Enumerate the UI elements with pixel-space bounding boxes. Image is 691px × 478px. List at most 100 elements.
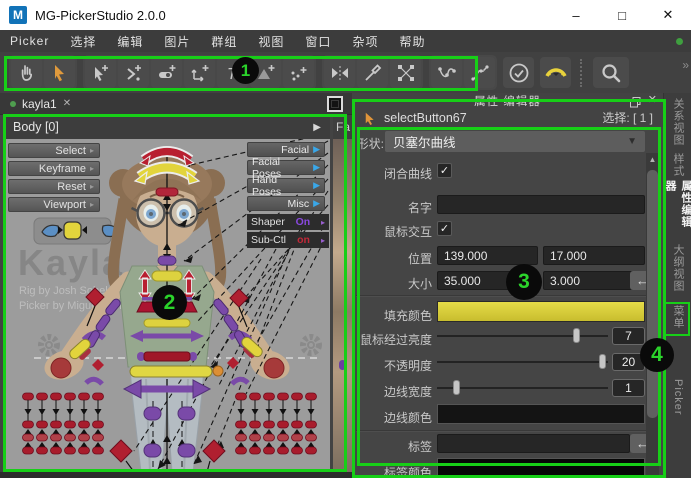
- gear-icon[interactable]: [41, 337, 57, 353]
- add-shape-button[interactable]: [250, 57, 281, 88]
- slider-handle[interactable]: [599, 354, 606, 369]
- position-label: 位置: [352, 250, 432, 267]
- search-button[interactable]: [593, 57, 629, 88]
- name-label: 名字: [352, 199, 432, 216]
- scroll-up-arrow-icon[interactable]: ▲: [646, 153, 659, 166]
- app-window: M MG-PickerStudio 2.0.0 – □ ✕ Picker 选择 …: [0, 0, 691, 478]
- add-text-button[interactable]: T: [217, 57, 248, 88]
- position-y-input[interactable]: [543, 246, 645, 265]
- menu-group[interactable]: 群组: [211, 33, 237, 50]
- opacity-slider[interactable]: [437, 354, 608, 369]
- hand-pick-button[interactable]: [11, 57, 42, 88]
- closed-curve-checkbox[interactable]: ✓: [437, 163, 452, 178]
- tag-label: 标签: [352, 438, 432, 455]
- play-arrow-icon: ▶: [313, 180, 320, 191]
- eye-control-widget[interactable]: [34, 218, 119, 244]
- side-tab-picker[interactable]: Picker: [664, 373, 691, 421]
- name-input[interactable]: [437, 195, 645, 214]
- attribute-form: 形状: 贝塞尔曲线 ▼ 闭合曲线 ✓ 名字 鼠标交互 ✓ 位置 大小 ←: [352, 127, 663, 478]
- subctl-toggle[interactable]: Sub-Ctlon▸: [247, 232, 329, 248]
- submenu-arrow-icon: ▸: [90, 146, 94, 155]
- position-x-input[interactable]: [437, 246, 538, 265]
- border-width-slider[interactable]: [437, 380, 608, 395]
- toolbar-overflow-chevron-icon[interactable]: »: [682, 58, 687, 72]
- form-scrollbar[interactable]: ▲: [646, 153, 659, 478]
- tab-close-icon[interactable]: ✕: [63, 98, 71, 109]
- face-panel-sliver[interactable]: Fa: [333, 115, 352, 472]
- maximize-button[interactable]: □: [599, 0, 645, 30]
- shape-dropdown[interactable]: 贝塞尔曲线 ▼: [385, 131, 645, 152]
- minimize-button[interactable]: –: [553, 0, 599, 30]
- tag-input[interactable]: [437, 434, 630, 453]
- toolbar-group-create: T: [83, 55, 316, 90]
- curve-button[interactable]: [431, 57, 462, 88]
- size-w-input[interactable]: [437, 271, 538, 290]
- add-slider-button[interactable]: [151, 57, 182, 88]
- side-tab-menu[interactable]: 菜单: [664, 302, 691, 332]
- scrollbar-thumb[interactable]: [647, 170, 658, 418]
- border-width-label: 边线宽度: [352, 383, 432, 400]
- add-select-button[interactable]: [85, 57, 116, 88]
- hover-brightness-slider[interactable]: [437, 328, 608, 343]
- fill-color-swatch[interactable]: [437, 301, 645, 322]
- misc-tab-button[interactable]: Misc▶: [247, 196, 325, 211]
- viewport-menu-button[interactable]: Viewport▸: [8, 197, 100, 212]
- reset-menu-button[interactable]: Reset▸: [8, 179, 100, 194]
- document-tab-bar: kayla1 ✕: [0, 93, 352, 115]
- body-group-header[interactable]: Body [0] ▶: [4, 115, 330, 139]
- keyframe-menu-button[interactable]: Keyframe▸: [8, 161, 100, 176]
- shape-label: 形状:: [304, 135, 384, 152]
- hand-poses-tab-button[interactable]: Hand Poses▶: [247, 178, 325, 193]
- tag-color-swatch[interactable]: [437, 458, 645, 478]
- side-tab-attribute-editor[interactable]: 属性编辑器: [664, 180, 691, 238]
- menu-misc[interactable]: 杂项: [352, 33, 378, 50]
- subctl-on-value: on: [297, 234, 310, 246]
- tag-color-label: 标签颜色: [352, 464, 432, 478]
- eyedropper-button[interactable]: [357, 57, 388, 88]
- shaper-toggle[interactable]: ShaperOn▸: [247, 214, 329, 230]
- menu-image[interactable]: 图片: [164, 33, 190, 50]
- add-command-button[interactable]: [118, 57, 149, 88]
- mirror-swap-button[interactable]: [540, 57, 571, 88]
- slider-handle[interactable]: [453, 380, 460, 395]
- slider-handle[interactable]: [573, 328, 580, 343]
- menu-picker[interactable]: Picker: [10, 34, 49, 48]
- apply-check-button[interactable]: [503, 57, 534, 88]
- side-tab-style[interactable]: 样式: [664, 152, 691, 178]
- toolbar-separator: [580, 59, 584, 87]
- side-tab-relation-view[interactable]: 关系视图: [664, 97, 691, 147]
- close-button[interactable]: ✕: [645, 0, 691, 30]
- menu-edit[interactable]: 编辑: [117, 33, 143, 50]
- play-arrow-icon: ▶: [313, 198, 320, 209]
- opacity-value[interactable]: 20: [612, 353, 645, 371]
- gear-icon[interactable]: [303, 337, 319, 353]
- mouse-interact-checkbox[interactable]: ✓: [437, 221, 452, 236]
- border-width-value[interactable]: 1: [612, 379, 645, 397]
- svg-text:T: T: [227, 66, 238, 83]
- add-move-button[interactable]: [184, 57, 215, 88]
- border-color-label: 边线颜色: [352, 409, 432, 426]
- menu-select[interactable]: 选择: [70, 33, 96, 50]
- expand-arrow-icon[interactable]: ▶: [313, 122, 321, 133]
- opacity-label: 不透明度: [352, 357, 432, 374]
- side-tab-outline-view[interactable]: 大纲视图: [664, 243, 691, 293]
- mirror-button[interactable]: [324, 57, 355, 88]
- submenu-arrow-icon: ▸: [90, 164, 94, 173]
- border-color-swatch[interactable]: [437, 404, 645, 424]
- hover-brightness-value[interactable]: 7: [612, 327, 645, 345]
- curve-edit-button[interactable]: [464, 57, 495, 88]
- fill-color-label: 填充颜色: [352, 307, 432, 324]
- menu-window[interactable]: 窗口: [305, 33, 331, 50]
- menu-help[interactable]: 帮助: [399, 33, 425, 50]
- menu-view[interactable]: 视图: [258, 33, 284, 50]
- select-menu-button[interactable]: Select▸: [8, 143, 100, 158]
- transform-box-button[interactable]: [390, 57, 421, 88]
- select-arrow-button[interactable]: [44, 57, 75, 88]
- face-panel-control: [339, 360, 346, 370]
- toolbar-group-tools: [322, 55, 423, 90]
- tab-kayla1[interactable]: kayla1 ✕: [0, 93, 81, 115]
- add-dots-button[interactable]: [283, 57, 314, 88]
- panel-close-icon[interactable]: ✕: [648, 93, 657, 106]
- panel-toggle-button[interactable]: [327, 96, 343, 112]
- hover-brightness-label: 鼠标经过亮度: [352, 331, 432, 348]
